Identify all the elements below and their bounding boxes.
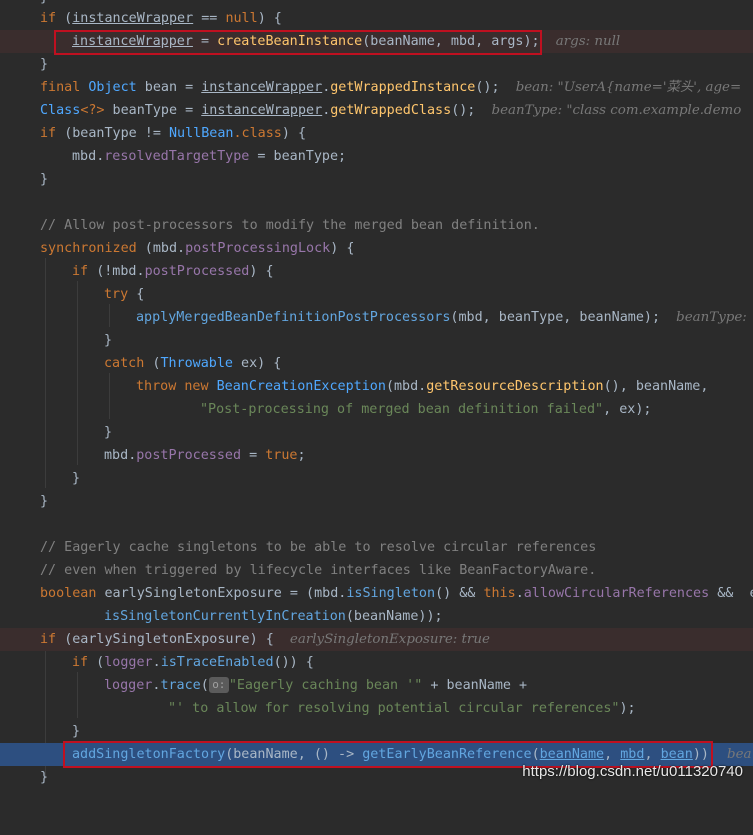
keyword: if xyxy=(40,11,57,26)
inline-debug-hint: beanType: "class com.example.demo xyxy=(491,103,742,118)
code-line: "Post-processing of merged bean definiti… xyxy=(200,402,652,417)
code-line: boolean earlySingletonExposure = (mbd.is… xyxy=(40,586,753,601)
inline-debug-hint: earlySingletonExposure: true xyxy=(289,632,490,647)
code-line: if (beanType != NullBean.class) { xyxy=(40,126,307,141)
code-line: throw new BeanCreationException(mbd.getR… xyxy=(136,379,709,394)
inline-debug-hint: beanType: xyxy=(676,310,747,325)
code-line: } xyxy=(40,172,49,187)
string-literal: "Post-processing of merged bean definiti… xyxy=(200,402,604,417)
method-call[interactable]: applyMergedBeanDefinitionPostProcessors xyxy=(136,310,450,325)
code-line: // Eagerly cache singletons to be able t… xyxy=(0,536,753,559)
comment: // even when triggered by lifecycle inte… xyxy=(40,563,597,578)
code-line: } xyxy=(104,425,113,440)
code-line-breakpoint: if (earlySingletonExposure) { earlySingl… xyxy=(0,628,753,651)
inline-debug-hint: args: null xyxy=(555,34,621,49)
code-editor[interactable]: } if (instanceWrapper == null) { instanc… xyxy=(0,0,753,790)
watermark: https://blog.csdn.net/u011320740 xyxy=(522,763,743,780)
code-line: Class<?> beanType = instanceWrapper.getW… xyxy=(40,103,742,118)
code-line: if (!mbd.postProcessed) { xyxy=(72,264,274,279)
parameter-hint-badge: o: xyxy=(208,677,229,693)
code-line: } xyxy=(72,471,81,486)
code-line: catch (Throwable ex) { xyxy=(104,356,282,371)
code-line: if (logger.isTraceEnabled()) { xyxy=(72,655,314,670)
comment: // Allow post-processors to modify the m… xyxy=(40,218,540,233)
code-line: mbd.resolvedTargetType = beanType; xyxy=(72,149,347,164)
code-line: if (instanceWrapper == null) { xyxy=(40,11,282,26)
comment: // Eagerly cache singletons to be able t… xyxy=(40,540,597,555)
code-line: } xyxy=(40,57,49,72)
code-line: } xyxy=(104,333,113,348)
code-line: synchronized (mbd.postProcessingLock) { xyxy=(40,241,355,256)
code-line: } xyxy=(72,724,81,739)
code-line: logger.trace(o: "Eagerly caching bean '" … xyxy=(104,677,528,693)
inline-debug-hint: bean: "UserA{name='菜头', age= xyxy=(515,80,742,95)
code-line: // even when triggered by lifecycle inte… xyxy=(0,559,753,582)
code-line: final Object bean = instanceWrapper.getW… xyxy=(40,80,742,95)
highlight-box xyxy=(54,30,542,55)
code-line: "' to allow for resolving potential circ… xyxy=(168,701,636,716)
code-line: mbd.postProcessed = true; xyxy=(104,448,306,463)
code-line: isSingletonCurrentlyInCreation(beanName)… xyxy=(104,609,443,624)
variable: instanceWrapper xyxy=(72,11,194,26)
code-line: try { xyxy=(104,287,145,302)
code-line: } xyxy=(40,494,49,509)
code-line: applyMergedBeanDefinitionPostProcessors(… xyxy=(136,310,747,325)
code-line: // Allow post-processors to modify the m… xyxy=(0,214,753,237)
